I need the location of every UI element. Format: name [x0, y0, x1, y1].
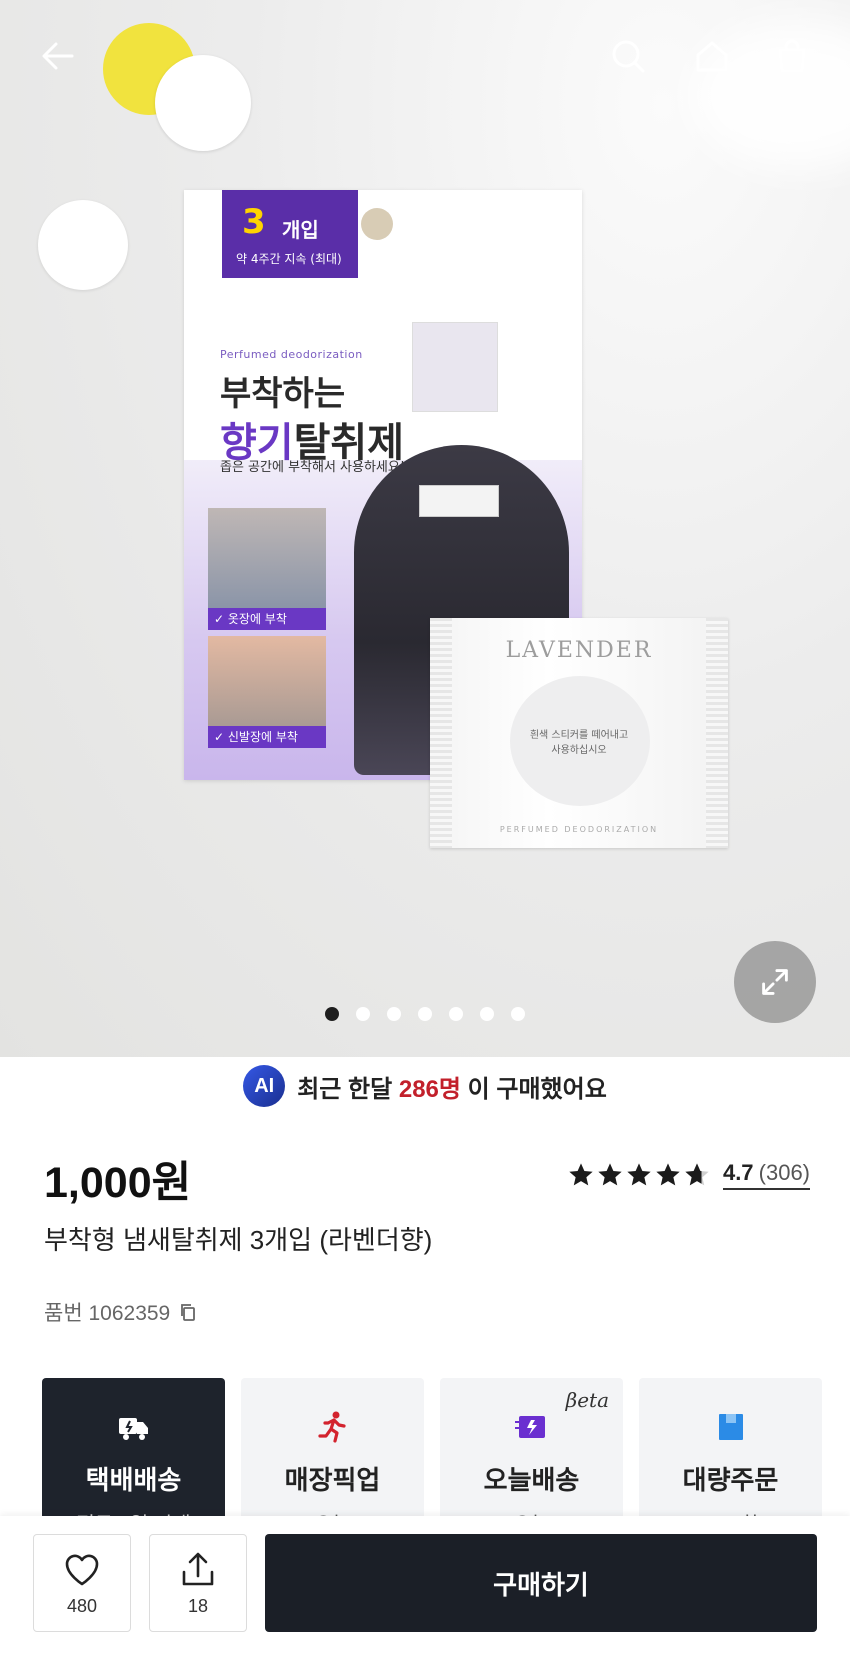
bulk-box-icon	[718, 1414, 743, 1440]
bottom-action-bar: 480 18 구매하기	[0, 1516, 850, 1666]
closet-photo	[208, 508, 326, 608]
delivery-option-title: 매장픽업	[284, 1465, 381, 1495]
pager-dot[interactable]	[356, 1007, 370, 1021]
product-title: 부착형 냄새탈취제 3개입 (라벤더향)	[44, 1225, 433, 1255]
buy-button[interactable]: 구매하기	[265, 1534, 817, 1632]
sachet-title: LAVENDER	[505, 638, 653, 663]
hang-hole	[361, 208, 393, 240]
like-count: 480	[66, 1595, 98, 1616]
sachet-footer: PERFUMED DEODORIZATION	[499, 825, 659, 834]
product-sku[interactable]: 품번 1062359	[44, 1297, 198, 1327]
arrow-left-icon	[42, 42, 74, 70]
delivery-truck-icon	[118, 1418, 148, 1440]
ai-badge-icon: AI	[243, 1065, 286, 1107]
gallery-pager[interactable]	[0, 1007, 850, 1021]
review-count: (306)	[758, 1160, 810, 1185]
delivery-option-store-pickup[interactable]: 매장픽업 오늘	[241, 1378, 424, 1538]
cart-button[interactable]	[766, 30, 818, 82]
beta-badge: βeta	[565, 1388, 609, 1412]
pack-inset-photo	[412, 322, 498, 412]
pack-subtitle: Perfumed deodorization	[220, 348, 363, 361]
delivery-option-same-day[interactable]: βeta 오늘배송 오늘	[440, 1378, 623, 1538]
rating-summary[interactable]: 4.7 (306)	[567, 1160, 810, 1190]
lavender-sachet: LAVENDER 흰색 스티커를 떼어내고 사용하십시오 PERFUMED DE…	[430, 618, 728, 848]
fast-box-icon	[514, 1416, 545, 1438]
delivery-option-bulk-order[interactable]: 대량주문 7/21(화)	[639, 1378, 822, 1538]
delivery-option-title: 택배배송	[85, 1465, 182, 1495]
recent-purchase-text: 최근 한달 286명 이 구매했어요	[297, 1075, 607, 1103]
product-image-gallery[interactable]: 3 개입 약 4주간 지속 (최대) Perfumed deodorizatio…	[0, 0, 850, 1057]
home-button[interactable]	[686, 30, 738, 82]
star-icon	[598, 1163, 622, 1186]
copy-icon[interactable]	[178, 1302, 198, 1322]
product-price: 1,000원	[44, 1159, 192, 1207]
delivery-option-title: 오늘배송	[483, 1465, 580, 1495]
star-rating	[567, 1161, 711, 1189]
shopping-bag-icon	[778, 39, 806, 73]
rating-value: 4.7	[722, 1160, 754, 1185]
pager-dot[interactable]	[387, 1007, 401, 1021]
star-half-icon	[685, 1163, 709, 1186]
pager-dot[interactable]	[418, 1007, 432, 1021]
pager-dot[interactable]	[449, 1007, 463, 1021]
search-button[interactable]	[602, 30, 654, 82]
delivery-option-title: 대량주문	[682, 1465, 779, 1495]
shoe-rack-label: ✓ 신발장에 부착	[208, 726, 326, 748]
pack-description: 좁은 공간에 부착해서 사용하세요!	[220, 460, 406, 475]
search-icon	[612, 40, 645, 73]
expand-icon	[762, 969, 788, 995]
back-button[interactable]	[32, 30, 84, 82]
home-icon	[696, 41, 728, 72]
white-sticker-dot	[38, 200, 128, 290]
share-count: 18	[187, 1595, 209, 1616]
delivery-option-parcel[interactable]: 택배배송 평균 3일 이내	[42, 1378, 225, 1538]
shoe-rack-photo	[208, 636, 326, 736]
pager-dot[interactable]	[325, 1007, 339, 1021]
rating-link[interactable]: 4.7 (306)	[722, 1160, 810, 1190]
closet-label: ✓ 옷장에 부착	[208, 608, 326, 630]
pack-title: 부착하는	[220, 374, 346, 414]
sku-text: 품번 1062359	[44, 1302, 171, 1325]
like-button[interactable]: 480	[33, 1534, 131, 1632]
delivery-options: 택배배송 평균 3일 이내 매장픽업 오늘 βeta 오늘배송 오늘 대량주문 …	[42, 1378, 822, 1538]
white-sticker-dot	[155, 55, 251, 151]
star-icon	[656, 1163, 680, 1186]
sachet-instructions: 흰색 스티커를 떼어내고 사용하십시오	[529, 730, 629, 756]
recent-purchase-banner: AI 최근 한달 286명 이 구매했어요	[0, 1065, 850, 1107]
share-icon	[182, 1552, 214, 1585]
running-person-icon	[317, 1411, 346, 1443]
pager-dot[interactable]	[511, 1007, 525, 1021]
heart-icon	[65, 1554, 99, 1585]
pack-count-badge: 3 개입 약 4주간 지속 (최대)	[222, 190, 358, 278]
star-icon	[627, 1163, 651, 1186]
pager-dot[interactable]	[480, 1007, 494, 1021]
share-button[interactable]: 18	[149, 1534, 247, 1632]
bin-sticker	[419, 485, 499, 517]
star-icon	[569, 1163, 593, 1186]
